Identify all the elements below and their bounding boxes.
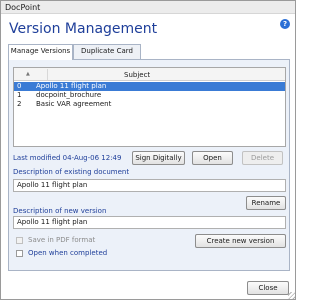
window-title: DocPoint	[5, 3, 41, 12]
docpoint-window: DocPoint Version Management ? Manage Ver…	[0, 0, 296, 300]
new-version-description-label: Description of new version	[13, 207, 107, 215]
tab-duplicate-card[interactable]: Duplicate Card	[73, 44, 141, 59]
list-item-subject: docpoint_brochure	[36, 91, 102, 99]
last-modified-label: Last modified 04-Aug-06 12:49	[13, 154, 122, 162]
existing-description-field[interactable]: Apollo 11 flight plan	[13, 179, 286, 192]
new-version-description-field[interactable]: Apollo 11 flight plan	[13, 216, 286, 229]
create-new-version-button[interactable]: Create new version	[195, 234, 286, 248]
column-header-subject[interactable]: Subject	[124, 71, 150, 79]
page-title: Version Management	[9, 21, 158, 37]
list-item-index: 1	[17, 91, 22, 99]
manage-versions-panel: ▲ Subject 0 Apollo 11 flight plan 1 docp…	[8, 59, 290, 271]
list-item[interactable]: 0 Apollo 11 flight plan	[14, 82, 285, 91]
versions-list[interactable]: ▲ Subject 0 Apollo 11 flight plan 1 docp…	[13, 67, 286, 147]
existing-description-label: Description of existing document	[13, 168, 130, 176]
list-item-subject: Apollo 11 flight plan	[36, 82, 107, 90]
close-button[interactable]: Close	[247, 281, 289, 295]
open-when-completed-checkbox[interactable]	[16, 250, 23, 257]
delete-button[interactable]: Delete	[242, 151, 283, 165]
save-pdf-label: Save in PDF format	[28, 236, 96, 244]
rename-button[interactable]: Rename	[246, 196, 286, 210]
tab-manage-versions[interactable]: Manage Versions	[8, 44, 73, 60]
sign-digitally-button[interactable]: Sign Digitally	[132, 151, 185, 165]
title-bar[interactable]: DocPoint	[1, 1, 295, 14]
open-when-completed-label: Open when completed	[28, 249, 108, 257]
list-item-index: 0	[17, 82, 22, 90]
list-header[interactable]: ▲ Subject	[14, 68, 285, 81]
list-item-index: 2	[17, 100, 22, 108]
help-icon[interactable]: ?	[280, 19, 290, 29]
list-item[interactable]: 1 docpoint_brochure	[14, 91, 285, 100]
column-divider	[47, 69, 48, 80]
list-item[interactable]: 2 Basic VAR agreement	[14, 100, 285, 109]
open-button[interactable]: Open	[192, 151, 233, 165]
resize-grip-icon[interactable]	[288, 292, 295, 299]
save-pdf-checkbox[interactable]	[16, 237, 23, 244]
list-item-subject: Basic VAR agreement	[36, 100, 112, 108]
sort-ascending-icon: ▲	[26, 71, 30, 77]
